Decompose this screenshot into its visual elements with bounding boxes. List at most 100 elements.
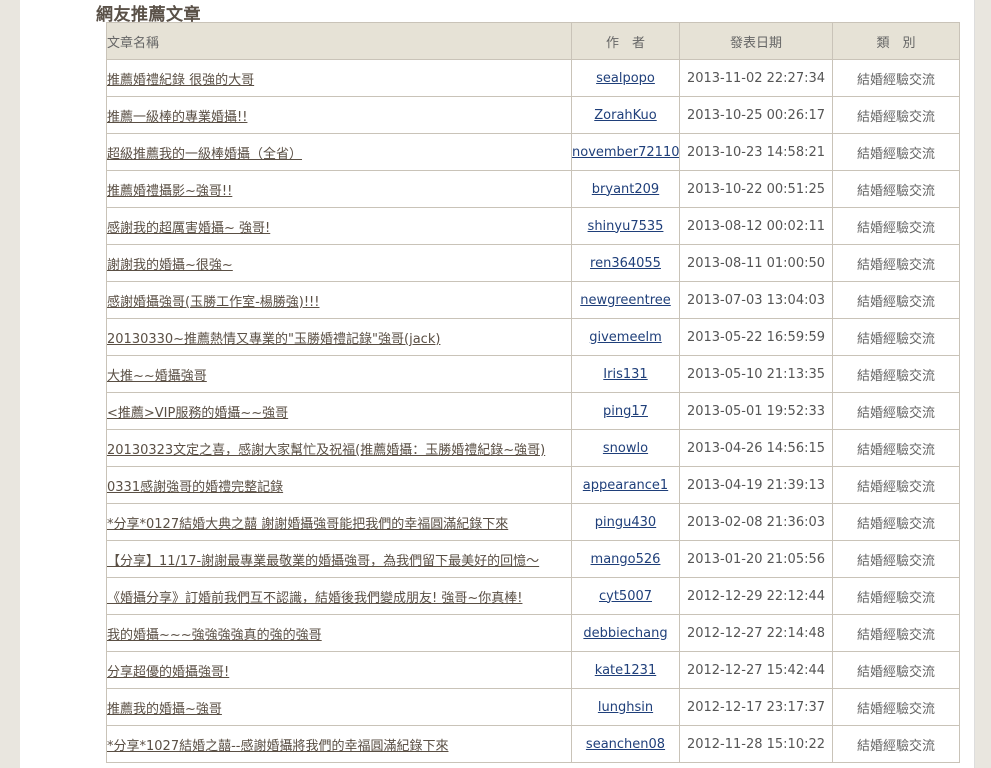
- author-link[interactable]: sealpopo: [596, 71, 655, 86]
- article-title-cell: 20130323文定之喜，感謝大家幫忙及祝福(推薦婚攝：玉勝婚禮紀錄~強哥): [106, 429, 572, 467]
- column-header-category: 類 別: [832, 22, 960, 60]
- author-link[interactable]: debbiechang: [583, 626, 667, 641]
- article-title-link[interactable]: 超級推薦我的一級棒婚攝（全省）: [108, 147, 303, 162]
- article-title-link[interactable]: 《婚攝分享》訂婚前我們互不認識，結婚後我們變成朋友! 強哥~你真棒!: [108, 591, 523, 606]
- article-title-link[interactable]: 【分享】11/17-謝謝最專業最敬業的婚攝強哥，為我們留下最美好的回憶～: [108, 554, 540, 569]
- post-date-cell: 2013-07-03 13:04:03: [679, 281, 833, 319]
- article-title-link[interactable]: 推薦婚禮攝影~強哥!!: [108, 184, 233, 199]
- post-date-cell: 2013-01-20 21:05:56: [679, 540, 833, 578]
- post-date-cell: 2013-10-23 14:58:21: [679, 133, 833, 171]
- author-cell: lunghsin: [571, 688, 680, 726]
- author-cell: pingu430: [571, 503, 680, 541]
- table-row: 感謝婚攝強哥(玉勝工作室-楊勝強)!!! newgreentree 2013-07-…: [106, 281, 960, 319]
- column-header-title: 文章名稱: [106, 22, 572, 60]
- article-title-cell: 推薦我的婚攝~強哥: [106, 688, 572, 726]
- category-cell: 結婚經驗交流: [832, 207, 960, 245]
- author-cell: mango526: [571, 540, 680, 578]
- article-title-cell: 分享超優的婚攝強哥!: [106, 651, 572, 689]
- article-title-cell: 謝謝我的婚攝~很強~: [106, 244, 572, 282]
- table-row: 【分享】11/17-謝謝最專業最敬業的婚攝強哥，為我們留下最美好的回憶～ mang…: [106, 540, 960, 578]
- author-link[interactable]: november721107: [573, 145, 679, 160]
- article-title-link[interactable]: 0331感謝強哥的婚禮完整記錄: [108, 480, 284, 495]
- author-cell: newgreentree: [571, 281, 680, 319]
- article-title-link[interactable]: 感謝婚攝強哥(玉勝工作室-楊勝強)!!!: [108, 295, 320, 310]
- table-row: 推薦婚禮攝影~強哥!! bryant209 2013-10-22 00:51:25 結…: [106, 170, 960, 208]
- article-title-link[interactable]: 分享超優的婚攝強哥!: [108, 665, 230, 680]
- article-title-cell: <推薦>VIP服務的婚攝~~強哥: [106, 392, 572, 430]
- author-link[interactable]: kate1231: [595, 663, 656, 678]
- table-row: 我的婚攝~~~強強強強真的強的強哥 debbiechang 2012-12-27 2…: [106, 614, 960, 652]
- article-title-cell: 0331感謝強哥的婚禮完整記錄: [106, 466, 572, 504]
- article-title-link[interactable]: 我的婚攝~~~強強強強真的強的強哥: [108, 628, 322, 643]
- author-cell: november721107: [571, 133, 680, 171]
- table-row: 分享超優的婚攝強哥! kate1231 2012-12-27 15:42:44 結婚經…: [106, 651, 960, 689]
- post-date-cell: 2013-02-08 21:36:03: [679, 503, 833, 541]
- author-link[interactable]: lunghsin: [598, 700, 653, 715]
- table-row: 0331感謝強哥的婚禮完整記錄 appearance1 2013-04-19 21:…: [106, 466, 960, 504]
- article-title-link[interactable]: 大推~~婚攝強哥: [108, 369, 207, 384]
- article-title-link[interactable]: 20130330~推薦熱情又專業的"玉勝婚禮記錄"強哥(jack): [108, 332, 441, 347]
- author-cell: Iris131: [571, 355, 680, 393]
- post-date-cell: 2013-11-02 22:27:34: [679, 59, 833, 97]
- article-title-cell: 推薦婚禮攝影~強哥!!: [106, 170, 572, 208]
- post-date-cell: 2013-08-11 01:00:50: [679, 244, 833, 282]
- article-title-link[interactable]: 感謝我的超厲害婚攝~ 強哥!: [108, 221, 271, 236]
- author-link[interactable]: appearance1: [583, 478, 668, 493]
- author-cell: shinyu7535: [571, 207, 680, 245]
- category-cell: 結婚經驗交流: [832, 688, 960, 726]
- category-cell: 結婚經驗交流: [832, 577, 960, 615]
- author-link[interactable]: bryant209: [592, 182, 659, 197]
- post-date-cell: 2013-10-25 00:26:17: [679, 96, 833, 134]
- author-link[interactable]: snowlo: [603, 441, 648, 456]
- post-date-cell: 2013-05-10 21:13:35: [679, 355, 833, 393]
- author-link[interactable]: ren364055: [590, 256, 661, 271]
- category-cell: 結婚經驗交流: [832, 725, 960, 763]
- article-title-cell: *分享*1027結婚之囍--感謝婚攝將我們的幸福圓滿紀錄下來: [106, 725, 572, 763]
- author-link[interactable]: pingu430: [595, 515, 656, 530]
- post-date-cell: 2013-08-12 00:02:11: [679, 207, 833, 245]
- post-date-cell: 2013-10-22 00:51:25: [679, 170, 833, 208]
- author-link[interactable]: seanchen08: [586, 737, 665, 752]
- author-link[interactable]: mango526: [591, 552, 661, 567]
- articles-table: 文章名稱 作 者 發表日期 類 別 推薦婚禮紀錄 很強的大哥 sealpopo 20…: [106, 22, 960, 763]
- table-row: 超級推薦我的一級棒婚攝（全省） november721107 2013-10-23 …: [106, 133, 960, 171]
- author-cell: appearance1: [571, 466, 680, 504]
- article-title-cell: 推薦婚禮紀錄 很強的大哥: [106, 59, 572, 97]
- column-header-date: 發表日期: [679, 22, 833, 60]
- category-cell: 結婚經驗交流: [832, 133, 960, 171]
- article-title-link[interactable]: 20130323文定之喜，感謝大家幫忙及祝福(推薦婚攝：玉勝婚禮紀錄~強哥): [108, 443, 546, 458]
- table-row: 推薦婚禮紀錄 很強的大哥 sealpopo 2013-11-02 22:27:34 結…: [106, 59, 960, 97]
- author-link[interactable]: givemeelm: [589, 330, 662, 345]
- article-title-cell: 【分享】11/17-謝謝最專業最敬業的婚攝強哥，為我們留下最美好的回憶～: [106, 540, 572, 578]
- author-link[interactable]: ping17: [603, 404, 648, 419]
- category-cell: 結婚經驗交流: [832, 540, 960, 578]
- table-row: 推薦我的婚攝~強哥 lunghsin 2012-12-17 23:17:37 結婚經驗…: [106, 688, 960, 726]
- table-row: 20130323文定之喜，感謝大家幫忙及祝福(推薦婚攝：玉勝婚禮紀錄~強哥) sn…: [106, 429, 960, 467]
- author-link[interactable]: newgreentree: [580, 293, 671, 308]
- author-link[interactable]: ZorahKuo: [594, 108, 656, 123]
- article-title-link[interactable]: 推薦一級棒的專業婚攝!!: [108, 110, 248, 125]
- article-title-cell: 我的婚攝~~~強強強強真的強的強哥: [106, 614, 572, 652]
- article-title-link[interactable]: *分享*1027結婚之囍--感謝婚攝將我們的幸福圓滿紀錄下來: [108, 739, 449, 754]
- author-cell: snowlo: [571, 429, 680, 467]
- article-title-link[interactable]: 推薦我的婚攝~強哥: [108, 702, 222, 717]
- article-title-cell: 20130330~推薦熱情又專業的"玉勝婚禮記錄"強哥(jack): [106, 318, 572, 356]
- author-cell: sealpopo: [571, 59, 680, 97]
- table-row: 謝謝我的婚攝~很強~ ren364055 2013-08-11 01:00:50 結婚…: [106, 244, 960, 282]
- article-title-link[interactable]: <推薦>VIP服務的婚攝~~強哥: [108, 406, 289, 421]
- author-link[interactable]: cyt5007: [599, 589, 652, 604]
- article-title-link[interactable]: 謝謝我的婚攝~很強~: [108, 258, 233, 273]
- article-title-cell: *分享*0127結婚大典之囍 謝謝婚攝強哥能把我們的幸福圓滿紀錄下來: [106, 503, 572, 541]
- author-link[interactable]: shinyu7535: [588, 219, 664, 234]
- table-row: 大推~~婚攝強哥 Iris131 2013-05-10 21:13:35 結婚經驗交流: [106, 355, 960, 393]
- article-title-link[interactable]: *分享*0127結婚大典之囍 謝謝婚攝強哥能把我們的幸福圓滿紀錄下來: [108, 517, 509, 532]
- author-cell: cyt5007: [571, 577, 680, 615]
- table-row: 20130330~推薦熱情又專業的"玉勝婚禮記錄"強哥(jack) givemee…: [106, 318, 960, 356]
- author-cell: ZorahKuo: [571, 96, 680, 134]
- author-link[interactable]: Iris131: [603, 367, 647, 382]
- post-date-cell: 2012-12-17 23:17:37: [679, 688, 833, 726]
- table-row: 推薦一級棒的專業婚攝!! ZorahKuo 2013-10-25 00:26:17 結…: [106, 96, 960, 134]
- post-date-cell: 2012-12-27 15:42:44: [679, 651, 833, 689]
- article-title-link[interactable]: 推薦婚禮紀錄 很強的大哥: [108, 73, 255, 88]
- category-cell: 結婚經驗交流: [832, 503, 960, 541]
